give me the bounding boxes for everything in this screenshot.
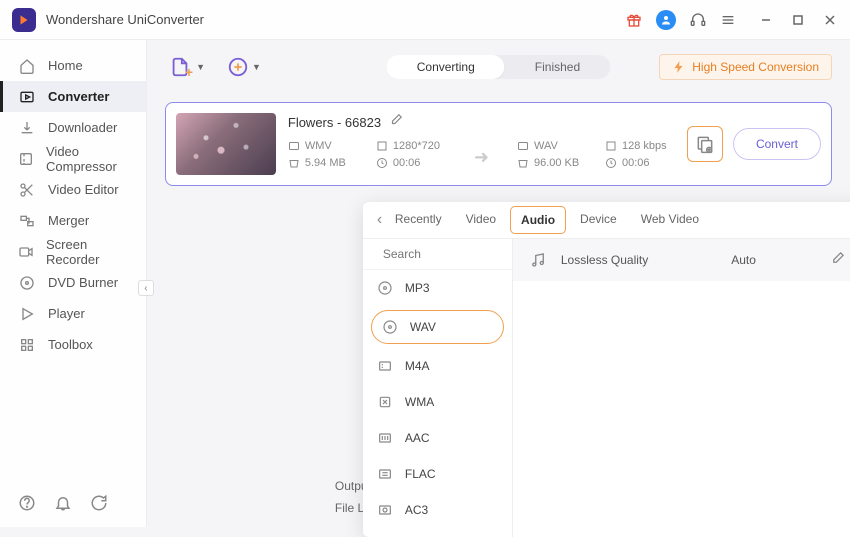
arrow-right-icon: ➜ <box>474 147 489 168</box>
sidebar-item-label: Video Editor <box>48 182 119 197</box>
sidebar-item-toolbox[interactable]: Toolbox <box>0 329 146 360</box>
format-popup: ‹ Recently Video Audio Device Web Video … <box>363 202 850 537</box>
help-icon[interactable] <box>18 494 36 517</box>
sidebar-item-label: Screen Recorder <box>46 237 128 267</box>
sidebar-item-player[interactable]: Player <box>0 298 146 329</box>
popup-tab-webvideo[interactable]: Web Video <box>629 202 711 238</box>
hsc-label: High Speed Conversion <box>692 60 819 74</box>
sidebar-item-label: Toolbox <box>48 337 93 352</box>
src-format: WMV <box>305 140 332 152</box>
tab-finished[interactable]: Finished <box>505 55 610 79</box>
format-label: AAC <box>405 431 430 445</box>
sidebar-item-home[interactable]: Home <box>0 50 146 81</box>
sidebar-item-dvd[interactable]: DVD Burner <box>0 267 146 298</box>
format-item-wma[interactable]: WMA <box>363 384 512 420</box>
sidebar-item-label: Merger <box>48 213 89 228</box>
format-item-flac[interactable]: FLAC <box>363 456 512 492</box>
home-icon <box>18 57 36 75</box>
tab-converting[interactable]: Converting <box>387 55 505 79</box>
format-item-aac[interactable]: AAC <box>363 420 512 456</box>
user-avatar-icon[interactable] <box>656 10 676 30</box>
format-list: MP3 WAV M4A WMA AAC FLAC AC3 <box>363 239 513 537</box>
dst-size: 96.00 KB <box>534 157 579 169</box>
format-label: WMA <box>405 395 434 409</box>
grid-icon <box>18 336 36 354</box>
headset-icon[interactable] <box>690 12 706 28</box>
converter-icon <box>18 88 36 106</box>
add-folder-button[interactable]: ▼ <box>223 52 265 82</box>
app-title: Wondershare UniConverter <box>46 12 204 27</box>
sidebar-item-editor[interactable]: Video Editor <box>0 174 146 205</box>
dst-format: WAV <box>534 140 558 152</box>
merge-icon <box>18 212 36 230</box>
popup-tab-recently[interactable]: Recently <box>383 202 454 238</box>
sidebar-item-compressor[interactable]: Video Compressor <box>0 143 146 174</box>
quality-mode: Auto <box>731 253 756 267</box>
titlebar: Wondershare UniConverter <box>0 0 850 40</box>
compress-icon <box>18 150 34 168</box>
main-content: +▼ ▼ Converting Finished High Speed Conv… <box>147 40 850 527</box>
play-icon <box>18 305 36 323</box>
scissors-icon <box>18 181 36 199</box>
sidebar-item-merger[interactable]: Merger <box>0 205 146 236</box>
segmented-control: Converting Finished <box>387 55 610 79</box>
format-label: M4A <box>405 359 430 373</box>
app-logo <box>12 8 36 32</box>
output-format-button[interactable] <box>687 126 723 162</box>
quality-panel: Lossless Quality Auto <box>513 239 850 537</box>
popup-tab-audio[interactable]: Audio <box>510 206 566 234</box>
sidebar-item-label: Home <box>48 58 83 73</box>
popup-tab-video[interactable]: Video <box>454 202 508 238</box>
format-search-input[interactable] <box>383 247 513 261</box>
minimize-icon[interactable] <box>758 12 774 28</box>
sidebar-item-converter[interactable]: Converter <box>0 81 146 112</box>
sidebar-item-label: Player <box>48 306 85 321</box>
video-thumbnail[interactable] <box>176 113 276 175</box>
convert-button[interactable]: Convert <box>733 128 821 160</box>
file-title: Flowers - 66823 <box>288 115 381 130</box>
src-resolution: 1280*720 <box>393 140 440 152</box>
format-item-wav[interactable]: WAV <box>371 310 504 344</box>
format-item-ac3[interactable]: AC3 <box>363 492 512 528</box>
quality-row[interactable]: Lossless Quality Auto <box>513 239 850 281</box>
feedback-icon[interactable] <box>90 494 108 517</box>
format-label: FLAC <box>405 467 436 481</box>
format-label: AC3 <box>405 503 428 517</box>
bell-icon[interactable] <box>54 494 72 517</box>
quality-label: Lossless Quality <box>561 253 648 267</box>
src-duration: 00:06 <box>393 157 421 169</box>
rename-icon[interactable] <box>389 113 403 132</box>
gift-icon[interactable] <box>626 12 642 28</box>
high-speed-conversion-button[interactable]: High Speed Conversion <box>659 54 832 80</box>
format-label: WAV <box>410 320 436 334</box>
disc-icon <box>18 274 36 292</box>
toolbar: +▼ ▼ Converting Finished High Speed Conv… <box>147 40 850 94</box>
record-icon <box>18 243 34 261</box>
quality-edit-icon[interactable] <box>830 251 845 269</box>
popup-tabs: ‹ Recently Video Audio Device Web Video <box>363 202 850 239</box>
sidebar-item-recorder[interactable]: Screen Recorder <box>0 236 146 267</box>
sidebar-item-label: DVD Burner <box>48 275 118 290</box>
sidebar-item-label: Converter <box>48 89 109 104</box>
src-size: 5.94 MB <box>305 157 346 169</box>
file-card: Flowers - 66823 WMV 1280*720 5.94 MB 00:… <box>165 102 832 186</box>
sidebar-item-downloader[interactable]: Downloader <box>0 112 146 143</box>
menu-icon[interactable] <box>720 12 736 28</box>
dst-duration: 00:06 <box>622 157 650 169</box>
download-icon <box>18 119 36 137</box>
format-item-mp3[interactable]: MP3 <box>363 270 512 306</box>
maximize-icon[interactable] <box>790 12 806 28</box>
sidebar-item-label: Downloader <box>48 120 117 135</box>
close-icon[interactable] <box>822 12 838 28</box>
sidebar-item-label: Video Compressor <box>46 144 128 174</box>
add-file-button[interactable]: +▼ <box>165 50 209 84</box>
sidebar: Home Converter Downloader Video Compress… <box>0 40 147 527</box>
format-label: MP3 <box>405 281 430 295</box>
popup-tab-device[interactable]: Device <box>568 202 629 238</box>
dst-bitrate: 128 kbps <box>622 140 667 152</box>
format-item-m4a[interactable]: M4A <box>363 348 512 384</box>
music-note-icon <box>529 251 547 269</box>
